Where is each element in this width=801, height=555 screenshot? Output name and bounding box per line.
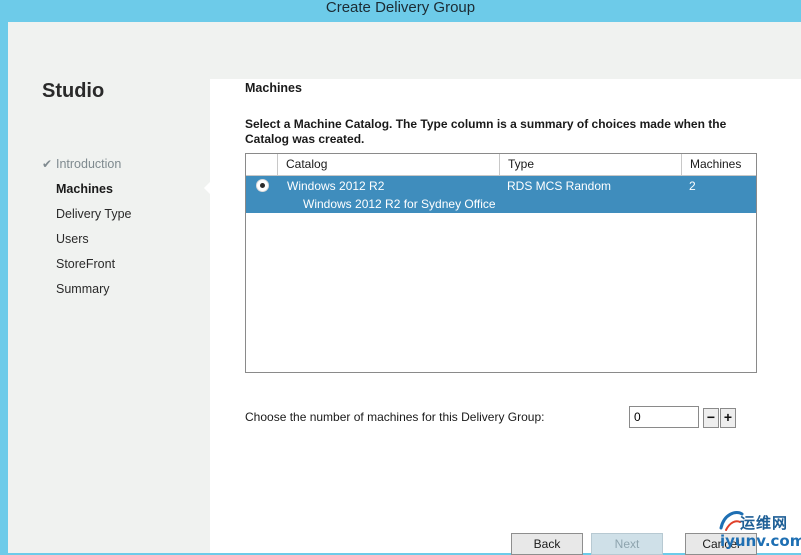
step-users: Users [42,231,132,256]
wizard-steps: ✔ Introduction Machines Delivery Type Us… [42,156,132,306]
catalog-type: RDS MCS Random [507,179,612,193]
back-button[interactable]: Back [511,533,583,555]
column-header-machines[interactable]: Machines [681,154,756,175]
table-row[interactable]: Windows 2012 R2 Windows 2012 R2 for Sydn… [246,176,756,213]
increment-button[interactable]: + [720,408,736,428]
machine-count-row: Choose the number of machines for this D… [245,406,765,430]
machine-count-input[interactable] [629,406,699,428]
catalog-radio-button[interactable] [256,179,269,192]
watermark-url: iyunv.com [720,532,801,550]
studio-brand: Studio [42,80,105,102]
site-watermark: 运维网 iyunv.com [718,508,801,553]
watermark-text: 运维网 [740,514,789,532]
wizard-sidebar: Studio ✔ Introduction Machines Delivery … [8,22,210,553]
catalog-name: Windows 2012 R2 [287,179,385,193]
page-title: Machines [245,81,302,95]
title-bar: Create Delivery Group [0,0,801,22]
table-header: Catalog Type Machines [246,154,756,176]
check-icon: ✔ [42,157,53,171]
step-label: StoreFront [56,257,116,271]
step-label: Users [56,232,89,246]
content-panel: Machines Select a Machine Catalog. The T… [210,79,801,555]
catalog-table: Catalog Type Machines Windows 2012 R2 Wi… [245,153,757,373]
catalog-description: Windows 2012 R2 for Sydney Office [303,197,496,211]
wizard-window: Studio ✔ Introduction Machines Delivery … [8,22,801,555]
step-label: Delivery Type [56,207,132,221]
step-delivery-type: Delivery Type [42,206,132,231]
window-title: Create Delivery Group [325,0,476,16]
step-label: Machines [56,182,113,196]
step-label: Introduction [56,157,122,171]
column-header-catalog[interactable]: Catalog [277,154,499,175]
step-label: Summary [56,282,110,296]
machine-count-label: Choose the number of machines for this D… [245,410,545,424]
step-machines[interactable]: Machines [42,181,132,206]
column-header-type[interactable]: Type [499,154,681,175]
instructions-text: Select a Machine Catalog. The Type colum… [245,117,727,146]
decrement-button[interactable]: − [703,408,719,428]
next-button[interactable]: Next [591,533,663,555]
step-introduction[interactable]: ✔ Introduction [42,156,132,181]
step-storefront: StoreFront [42,256,132,281]
step-summary: Summary [42,281,132,306]
catalog-machine-count: 2 [689,179,696,193]
